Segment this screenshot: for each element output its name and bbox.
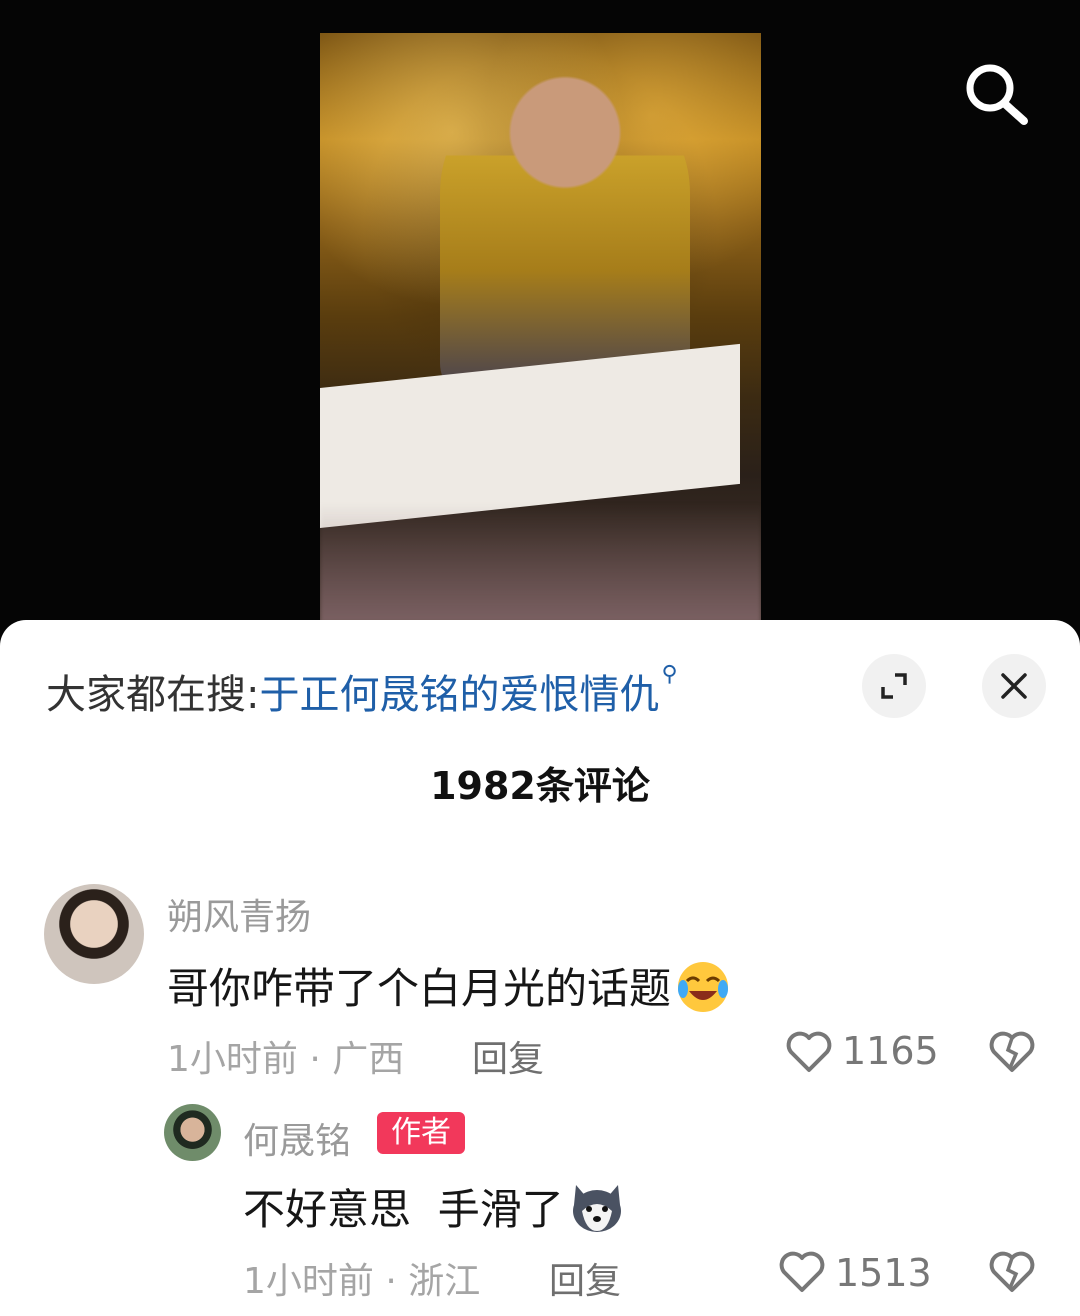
broken-heart-icon [989, 1251, 1035, 1292]
comment-time: 1小时前 [243, 1261, 374, 1302]
blurred-bottom [320, 503, 761, 623]
laughing-crying-emoji-icon [675, 959, 731, 1025]
comment-username[interactable]: 何晟铭 [243, 1112, 351, 1164]
video-thumbnail[interactable] [320, 33, 761, 623]
comment-text: 不好意思 手滑了 [243, 1176, 626, 1245]
like-count: 1513 [835, 1251, 932, 1295]
comment-location: 广西 [332, 1039, 405, 1080]
comment-meta: 1小时前 · 浙江 [243, 1261, 481, 1302]
like-count: 1165 [842, 1029, 939, 1073]
dislike-button[interactable] [988, 1250, 1036, 1298]
trending-topic-link[interactable]: 于正何晟铭的爱恨情仇 [259, 672, 659, 718]
close-button[interactable] [982, 654, 1046, 718]
drawing-paper [320, 343, 740, 528]
trending-prefix: 大家都在搜: [46, 672, 260, 718]
broken-heart-icon [989, 1031, 1035, 1072]
reply-button[interactable]: 回复 [549, 1252, 621, 1304]
search-icon[interactable] [958, 58, 1030, 130]
dislike-button[interactable] [988, 1030, 1036, 1078]
trending-search[interactable]: 大家都在搜:于正何晟铭的爱恨情仇⚲ [46, 662, 678, 720]
heart-icon [779, 1251, 825, 1292]
close-icon [1001, 673, 1027, 699]
comment-text-content: 哥你咋带了个白月光的话题 [167, 964, 672, 1013]
like-button[interactable] [785, 1030, 833, 1078]
expand-button[interactable] [862, 654, 926, 718]
comment-time: 1小时前 [167, 1039, 298, 1080]
husky-dog-emoji-icon [568, 1181, 626, 1245]
comment-location: 浙江 [408, 1261, 481, 1302]
expand-icon [881, 673, 907, 699]
comment-username[interactable]: 朔风青扬 [167, 888, 311, 940]
reply-button[interactable]: 回复 [472, 1030, 544, 1082]
avatar[interactable] [164, 1104, 221, 1161]
comments-count: 1982条评论 [430, 764, 650, 808]
heart-icon [786, 1031, 832, 1072]
comment-meta: 1小时前 · 广西 [167, 1039, 405, 1080]
search-small-icon: ⚲ [661, 662, 678, 687]
comment-text-content: 不好意思 手滑了 [243, 1185, 564, 1234]
author-badge: 作者 [377, 1112, 465, 1154]
like-button[interactable] [778, 1250, 826, 1298]
comment-text: 哥你咋带了个白月光的话题 [167, 955, 731, 1025]
avatar[interactable] [44, 884, 144, 984]
video-area[interactable] [0, 0, 1080, 640]
